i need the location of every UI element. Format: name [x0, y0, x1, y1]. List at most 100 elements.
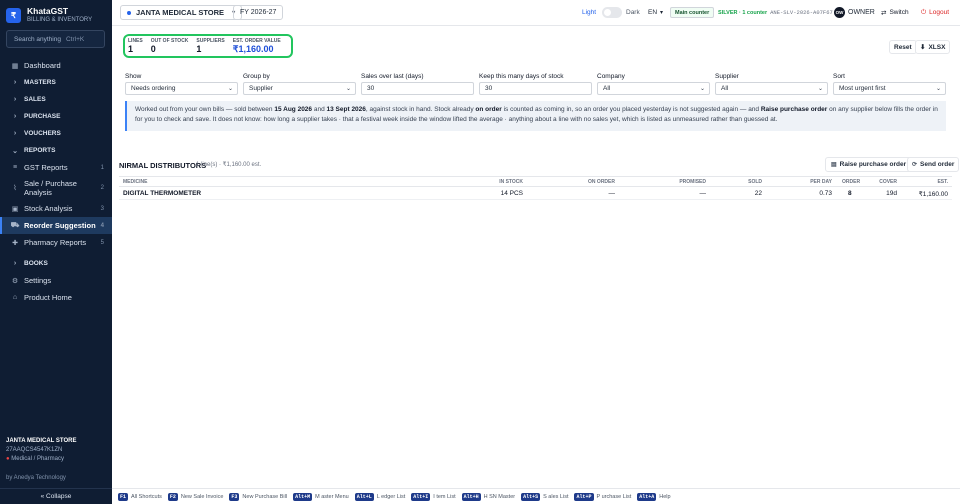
- distributor-meta: 1 line(s) · ₹1,160.00 est.: [196, 162, 262, 168]
- send-icon: ⟳: [912, 162, 918, 168]
- cell-per-day: 0.73: [819, 190, 832, 197]
- cell-order-qty[interactable]: 8: [848, 190, 852, 197]
- shortcut-bar: F1 All Shortcuts F2 New Sale Invoice F3 New…: [112, 488, 960, 504]
- store-name: JANTA MEDICAL STORE: [136, 8, 225, 17]
- theme-dark-label[interactable]: Dark: [626, 9, 640, 16]
- sort-select[interactable]: Most urgent first ⌄: [833, 82, 946, 95]
- col-order[interactable]: ORDER: [842, 179, 860, 185]
- sidebar-item-sales[interactable]: › SALES: [0, 91, 112, 108]
- company-select[interactable]: All ⌄: [597, 82, 710, 95]
- logout-label: Logout: [929, 9, 950, 16]
- sidebar-item-reports[interactable]: ⌄ REPORTS: [0, 142, 112, 159]
- show-select[interactable]: Needs ordering ⌄: [125, 82, 238, 95]
- supplier-select[interactable]: All ⌄: [715, 82, 828, 95]
- cell-sold: 22: [754, 190, 762, 197]
- info-text: is counted as coming in, so an order you…: [501, 106, 761, 113]
- sidebar-item-dashboard[interactable]: ▦ Dashboard: [0, 57, 112, 74]
- app-subtitle: BILLING & INVENTORY: [27, 17, 93, 23]
- send-order-button[interactable]: ⟳ Send order: [907, 157, 960, 172]
- xlsx-export-button[interactable]: ⬇ XLSX: [915, 40, 951, 54]
- search-input[interactable]: Search anything Ctrl+K: [6, 30, 105, 48]
- sales-days-input[interactable]: 30: [361, 82, 474, 95]
- sidebar-item-books[interactable]: › BOOKS: [0, 255, 112, 272]
- shortcut-key: F3: [229, 492, 240, 501]
- sidebar-item-product-home[interactable]: ⌂ Product Home: [0, 289, 112, 306]
- search-placeholder: Search anything: [14, 35, 61, 43]
- col-sold[interactable]: SOLD: [748, 179, 762, 185]
- theme-light-label[interactable]: Light: [582, 9, 596, 16]
- chevron-down-icon: ⌄: [227, 86, 233, 92]
- switch-button[interactable]: ⇄ Switch: [877, 6, 913, 19]
- group-by-select[interactable]: Supplier ⌄: [243, 82, 356, 95]
- col-per-day[interactable]: PER DAY: [810, 179, 832, 185]
- filter-label-supplier: Supplier: [715, 73, 739, 80]
- sidebar-item-label: Product Home: [24, 293, 72, 302]
- shortcut-label: Help: [659, 493, 671, 500]
- user-menu[interactable]: OW OWNER: [834, 7, 875, 18]
- shortcut-hsn-master[interactable]: Alt+H H SN Master: [461, 492, 515, 501]
- filter-label-company: Company: [597, 73, 625, 80]
- col-cover[interactable]: COVER: [879, 179, 897, 185]
- chevron-down-icon: ▾: [660, 10, 664, 16]
- info-on-order: on order: [475, 106, 502, 113]
- sidebar-item-count: 5: [100, 239, 104, 246]
- sidebar-item-pharmacy-reports[interactable]: ✚ Pharmacy Reports 5: [0, 234, 112, 251]
- sidebar-item-sale-purchase-analysis[interactable]: ⌇ Sale / Purchase Analysis 2: [0, 176, 112, 200]
- shortcut-help[interactable]: Alt+A Help: [637, 492, 671, 501]
- info-text: Worked out from your own bills — sold be…: [135, 106, 275, 113]
- logout-button[interactable]: ⏻ Logout: [917, 6, 953, 19]
- brand[interactable]: ₹ KhataGST BILLING & INVENTORY: [6, 6, 92, 24]
- sidebar-item-vouchers[interactable]: › VOUCHERS: [0, 125, 112, 142]
- box-icon: ▣: [11, 205, 19, 213]
- collapse-button[interactable]: « Collapse: [0, 488, 112, 504]
- sidebar-item-gst-reports[interactable]: ≡ GST Reports 1: [0, 159, 112, 176]
- company-type: Medical / Pharmacy: [11, 456, 64, 462]
- shortcut-label: M aster Menu: [315, 493, 349, 500]
- keep-days-input[interactable]: 30: [479, 82, 592, 95]
- store-selector[interactable]: JANTA MEDICAL STORE ▾: [120, 5, 243, 20]
- stat-out-of-stock: OUT OF STOCK 0: [151, 38, 189, 55]
- col-on-order[interactable]: ON ORDER: [588, 179, 615, 185]
- col-medicine[interactable]: MEDICINE: [123, 179, 147, 185]
- rupee-logo-icon: ₹: [6, 7, 21, 23]
- language-selector[interactable]: EN ▾: [645, 6, 666, 19]
- shortcut-sales-list[interactable]: Alt+S S ales List: [521, 492, 568, 501]
- sidebar-item-masters[interactable]: › MASTERS: [0, 74, 112, 91]
- supplier-select-value: All: [721, 85, 729, 92]
- shortcut-label: New Purchase Bill: [242, 493, 288, 500]
- cell-cover: 19d: [886, 190, 897, 197]
- license-key: ANE-SLV-2026-A07F67: [770, 9, 833, 16]
- chevron-right-icon: ›: [13, 130, 17, 137]
- company-gstin: 27AAQCS4547K1ZN: [6, 447, 63, 453]
- shortcut-purchase-list[interactable]: Alt+P P urchase List: [574, 492, 631, 501]
- pill-icon: ✚: [12, 239, 18, 247]
- sidebar-item-label: Dashboard: [24, 61, 61, 70]
- chevron-right-icon: ›: [13, 113, 17, 120]
- raise-purchase-order-button[interactable]: ▤ Raise purchase order: [825, 157, 913, 172]
- shortcut-new-purchase[interactable]: F3 New Purchase Bill: [229, 492, 288, 501]
- col-est[interactable]: EST.: [937, 179, 948, 185]
- chevron-right-icon: ›: [13, 260, 17, 267]
- sidebar-item-purchase[interactable]: › PURCHASE: [0, 108, 112, 125]
- theme-toggle[interactable]: [602, 7, 622, 18]
- shortcut-new-sale[interactable]: F2 New Sale Invoice: [167, 492, 223, 501]
- fy-selector[interactable]: FY 2026-27: [233, 5, 284, 20]
- shortcut-all[interactable]: F1 All Shortcuts: [118, 492, 162, 501]
- shortcut-key: Alt+P: [574, 492, 594, 501]
- sidebar-item-settings[interactable]: ⚙ Settings: [0, 272, 112, 289]
- sidebar-item-stock-analysis[interactable]: ▣ Stock Analysis 3: [0, 200, 112, 217]
- shortcut-master-menu[interactable]: Alt+M M aster Menu: [293, 492, 349, 501]
- chevron-down-icon: ⌄: [12, 147, 18, 155]
- shortcut-ledger-list[interactable]: Alt+L L edger List: [354, 492, 405, 501]
- reset-button[interactable]: Reset: [889, 40, 917, 54]
- counter-badge[interactable]: Main counter: [670, 7, 715, 18]
- stat-est-order-value: EST. ORDER VALUE ₹1,160.00: [233, 38, 281, 55]
- company-select-value: All: [603, 85, 611, 92]
- col-in-stock[interactable]: IN STOCK: [499, 179, 523, 185]
- sidebar-item-reorder-suggestion[interactable]: ⛟ Reorder Suggestion 4: [0, 217, 112, 234]
- table-row[interactable]: DIGITAL THERMOMETER 14 PCS — — 22 0.73 1…: [119, 187, 952, 200]
- shortcut-item-list[interactable]: Alt+I I tem List: [411, 492, 456, 501]
- stat-value: 1: [196, 44, 202, 54]
- col-promised[interactable]: PROMISED: [679, 179, 706, 185]
- cell-on-order: —: [608, 190, 616, 197]
